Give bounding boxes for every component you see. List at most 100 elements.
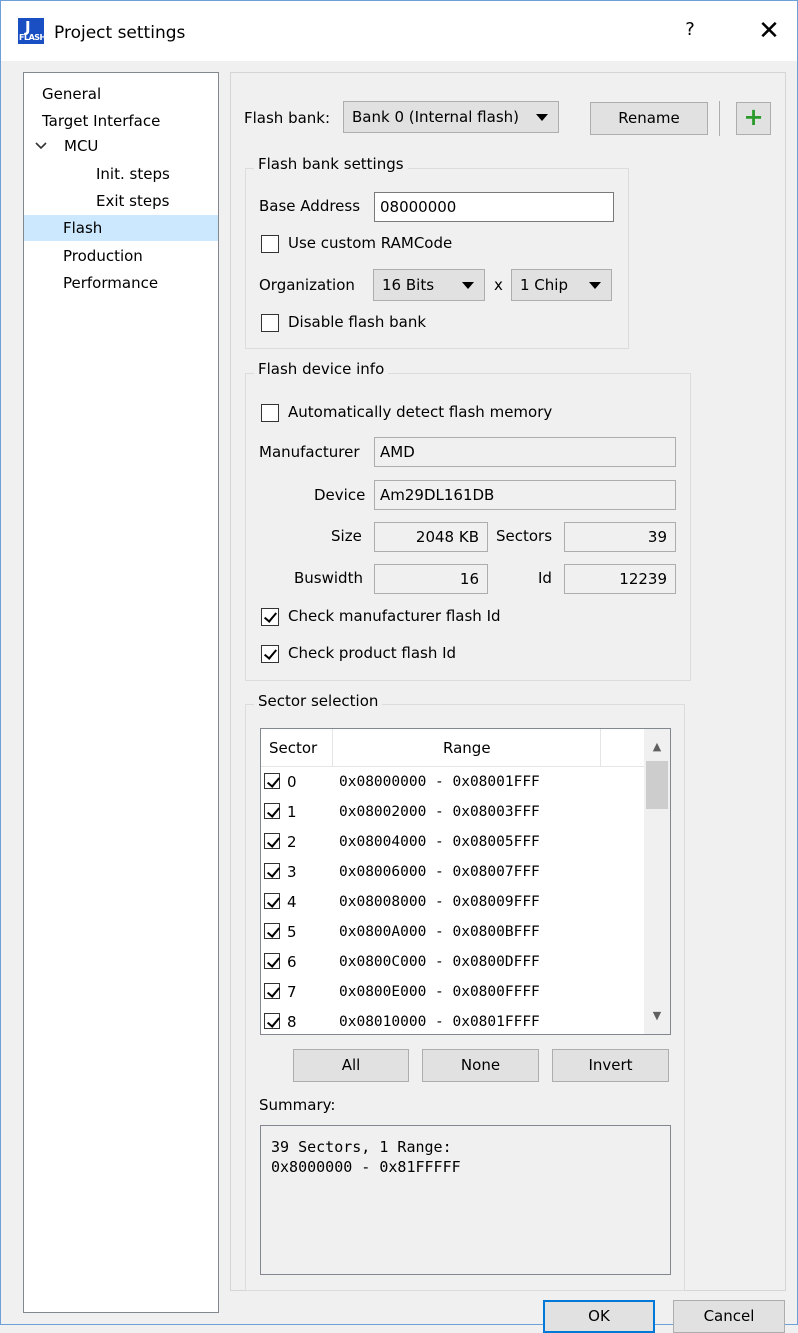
custom-ramcode-label[interactable]: Use custom RAMCode	[288, 234, 452, 252]
flash-device-info-title: Flash device info	[254, 360, 389, 378]
manufacturer-value: AMD	[380, 443, 415, 461]
table-row[interactable]: 8 0x08010000 - 0x0801FFFF	[261, 1007, 644, 1034]
tree-item-performance[interactable]: Performance	[63, 270, 158, 296]
tree-item-production[interactable]: Production	[63, 243, 143, 269]
sector-range: 0x08006000 - 0x08007FFF	[339, 864, 540, 880]
buswidth-label: Buswidth	[294, 569, 363, 587]
scrollbar-thumb[interactable]	[646, 761, 668, 809]
column-header-sector[interactable]: Sector	[269, 729, 317, 767]
auto-detect-label[interactable]: Automatically detect flash memory	[288, 403, 552, 421]
id-label: Id	[538, 569, 552, 587]
sector-number: 6	[287, 953, 297, 971]
sector-range: 0x08004000 - 0x08005FFF	[339, 834, 540, 850]
project-settings-window: J FLASH Project settings ? ✕ General Tar…	[0, 0, 798, 1333]
table-row[interactable]: 3 0x08006000 - 0x08007FFF	[261, 857, 644, 887]
disable-flash-bank-checkbox[interactable]	[261, 314, 279, 332]
disable-flash-bank-label[interactable]: Disable flash bank	[288, 313, 426, 331]
manufacturer-label: Manufacturer	[259, 443, 360, 461]
device-field: Am29DL161DB	[374, 480, 676, 510]
select-all-button[interactable]: All	[293, 1049, 409, 1082]
tree-item-target-interface[interactable]: Target Interface	[42, 108, 160, 134]
tree-item-general[interactable]: General	[42, 81, 101, 107]
sectors-value: 39	[647, 528, 667, 546]
help-button[interactable]: ?	[678, 19, 702, 43]
buswidth-value: 16	[459, 570, 479, 588]
invert-selection-button[interactable]: Invert	[552, 1049, 669, 1082]
sector-list-header: Sector Range	[261, 729, 644, 767]
jflash-app-icon: J FLASH	[18, 18, 46, 44]
table-row[interactable]: 6 0x0800C000 - 0x0800DFFF	[261, 947, 644, 977]
sectors-field: 39	[564, 522, 676, 552]
check-product-id-label[interactable]: Check product flash Id	[288, 644, 456, 662]
sector-number: 7	[287, 983, 297, 1001]
sector-checkbox[interactable]	[264, 833, 280, 849]
sector-selection-title: Sector selection	[254, 692, 383, 710]
sector-checkbox[interactable]	[264, 863, 280, 879]
custom-ramcode-checkbox[interactable]	[261, 235, 279, 253]
tree-item-mcu[interactable]: MCU	[64, 133, 98, 159]
sector-checkbox[interactable]	[264, 953, 280, 969]
chips-select[interactable]: 1 Chip	[511, 269, 612, 301]
size-field: 2048 KB	[374, 522, 488, 552]
chips-select-value: 1 Chip	[520, 276, 568, 294]
table-row[interactable]: 4 0x08008000 - 0x08009FFF	[261, 887, 644, 917]
flash-bank-settings-title: Flash bank settings	[254, 155, 408, 173]
sector-range: 0x0800A000 - 0x0800BFFF	[339, 924, 540, 940]
base-address-input[interactable]: 08000000	[374, 192, 614, 222]
chevron-down-icon	[462, 282, 474, 289]
toolbar-divider	[719, 101, 720, 136]
sector-list[interactable]: Sector Range 0 0x08000000 - 0x08001FFF 1 0x…	[260, 728, 671, 1035]
column-divider[interactable]	[332, 729, 333, 767]
summary-line: 39 Sectors, 1 Range:	[271, 1138, 452, 1156]
chevron-down-icon[interactable]	[34, 139, 48, 153]
add-bank-button[interactable]: +	[736, 102, 771, 135]
check-manufacturer-id-checkbox[interactable]	[261, 608, 279, 626]
bits-select[interactable]: 16 Bits	[373, 269, 485, 301]
sector-range: 0x08000000 - 0x08001FFF	[339, 774, 540, 790]
flash-bank-select[interactable]: Bank 0 (Internal flash)	[343, 101, 559, 133]
sector-number: 2	[287, 833, 297, 851]
app-icon-caption: FLASH	[19, 33, 46, 42]
scroll-down-icon[interactable]: ▼	[644, 1004, 670, 1028]
sector-list-scrollbar[interactable]: ▲ ▼	[644, 729, 670, 1034]
select-none-button[interactable]: None	[422, 1049, 539, 1082]
scroll-up-icon[interactable]: ▲	[644, 735, 670, 759]
sectors-label: Sectors	[496, 527, 553, 545]
sector-range: 0x08008000 - 0x08009FFF	[339, 894, 540, 910]
table-row[interactable]: 7 0x0800E000 - 0x0800FFFF	[261, 977, 644, 1007]
ok-button[interactable]: OK	[543, 1300, 655, 1333]
sector-checkbox[interactable]	[264, 803, 280, 819]
column-header-range[interactable]: Range	[443, 729, 491, 767]
close-button[interactable]: ✕	[753, 15, 785, 47]
table-row[interactable]: 2 0x08004000 - 0x08005FFF	[261, 827, 644, 857]
tree-item-exit-steps[interactable]: Exit steps	[96, 188, 169, 214]
check-product-id-checkbox[interactable]	[261, 645, 279, 663]
sector-checkbox[interactable]	[264, 893, 280, 909]
sector-range: 0x08010000 - 0x0801FFFF	[339, 1014, 540, 1030]
rename-button[interactable]: Rename	[590, 102, 708, 135]
base-address-value: 08000000	[380, 198, 457, 216]
cancel-button[interactable]: Cancel	[673, 1300, 785, 1333]
sector-checkbox[interactable]	[264, 1013, 280, 1029]
sector-number: 5	[287, 923, 297, 941]
sector-checkbox[interactable]	[264, 923, 280, 939]
bits-select-value: 16 Bits	[382, 276, 435, 294]
device-label: Device	[314, 486, 366, 504]
buswidth-field: 16	[374, 564, 488, 594]
auto-detect-checkbox[interactable]	[261, 404, 279, 422]
id-field: 12239	[564, 564, 676, 594]
window-title: Project settings	[54, 23, 186, 43]
manufacturer-field: AMD	[374, 437, 676, 467]
sector-checkbox[interactable]	[264, 983, 280, 999]
tree-item-init-steps[interactable]: Init. steps	[96, 161, 170, 187]
column-divider[interactable]	[600, 729, 601, 767]
table-row[interactable]: 1 0x08002000 - 0x08003FFF	[261, 797, 644, 827]
table-row[interactable]: 5 0x0800A000 - 0x0800BFFF	[261, 917, 644, 947]
tree-item-flash[interactable]: Flash	[24, 215, 218, 241]
sector-number: 0	[287, 773, 297, 791]
table-row[interactable]: 0 0x08000000 - 0x08001FFF	[261, 767, 644, 797]
check-manufacturer-id-label[interactable]: Check manufacturer flash Id	[288, 607, 501, 625]
sector-range: 0x0800E000 - 0x0800FFFF	[339, 984, 540, 1000]
sector-checkbox[interactable]	[264, 773, 280, 789]
sector-range: 0x0800C000 - 0x0800DFFF	[339, 954, 540, 970]
